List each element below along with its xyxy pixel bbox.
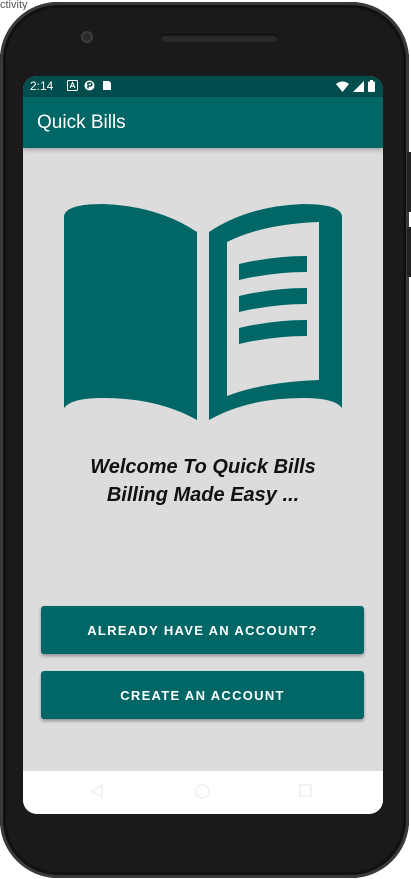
notification-a-icon xyxy=(67,80,78,91)
welcome-message: Welcome To Quick Bills Billing Made Easy… xyxy=(23,453,383,509)
home-icon[interactable] xyxy=(195,784,210,799)
welcome-tagline: Billing Made Easy ... xyxy=(106,484,300,506)
app-bar: Quick Bills xyxy=(23,97,383,148)
welcome-title: Welcome To Quick Bills xyxy=(90,456,316,478)
phone-frame: 2:14 Quick Bills Welcome To Quick Bills … xyxy=(0,2,411,878)
earpiece-speaker xyxy=(160,34,278,42)
already-have-account-button[interactable]: ALREADY HAVE AN ACCOUNT? xyxy=(41,606,364,654)
status-right-icons xyxy=(336,80,375,92)
book-logo-icon xyxy=(64,204,342,420)
welcome-content: Welcome To Quick Bills Billing Made Easy… xyxy=(23,148,383,771)
app-title: Quick Bills xyxy=(37,112,126,133)
navigation-bar xyxy=(23,771,383,814)
sd-card-icon xyxy=(103,81,111,90)
back-icon[interactable] xyxy=(91,784,103,798)
recents-icon[interactable] xyxy=(299,784,312,797)
create-account-button[interactable]: CREATE AN ACCOUNT xyxy=(41,671,364,719)
volume-button xyxy=(407,152,411,212)
power-button xyxy=(407,227,411,277)
notification-p-icon xyxy=(84,80,95,91)
signal-icon xyxy=(353,80,364,92)
status-bar: 2:14 xyxy=(23,76,383,97)
device-screen: 2:14 Quick Bills Welcome To Quick Bills … xyxy=(23,76,383,814)
front-camera xyxy=(81,31,93,43)
notification-icons xyxy=(67,80,112,91)
wifi-icon xyxy=(336,81,349,92)
status-time: 2:14 xyxy=(30,79,54,93)
battery-icon xyxy=(368,80,375,92)
